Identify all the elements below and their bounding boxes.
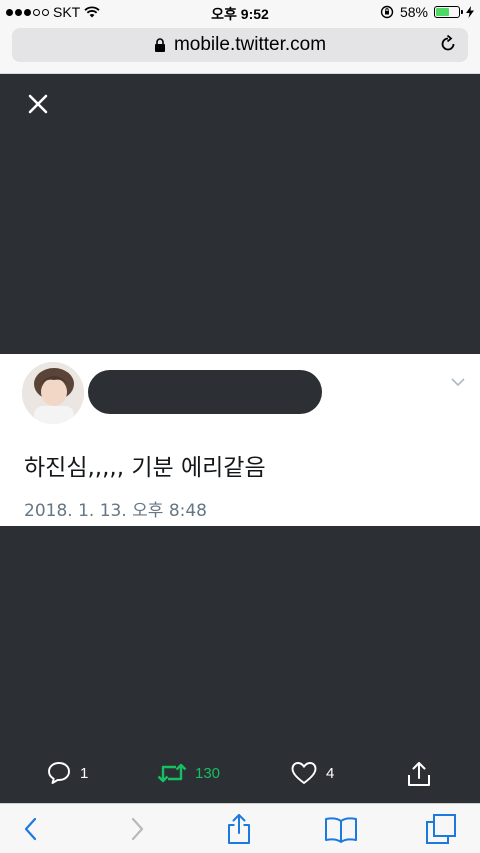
- status-bar: SKT 오후 9:52 58%: [0, 0, 480, 24]
- tweet-timestamp[interactable]: 2018. 1. 13. 오후 8:48: [24, 496, 207, 521]
- browser-toolbar: [0, 803, 480, 853]
- charging-icon: [466, 6, 474, 18]
- browser-share-button[interactable]: [222, 812, 256, 846]
- browser-address-area: mobile.twitter.com: [0, 24, 480, 74]
- battery-percent: 58%: [399, 4, 428, 20]
- avatar[interactable]: [22, 362, 84, 424]
- url-text: mobile.twitter.com: [173, 34, 327, 55]
- like-button[interactable]: 4: [290, 760, 334, 786]
- share-icon: [408, 762, 430, 786]
- forward-icon: [131, 817, 144, 841]
- chevron-down-icon: [451, 378, 465, 387]
- url-display[interactable]: mobile.twitter.com: [12, 34, 468, 56]
- tweet-card: 하진심,,,,, 기분 에리같음 2018. 1. 13. 오후 8:48: [0, 354, 480, 526]
- orientation-lock-icon: [380, 5, 394, 19]
- bookmarks-button[interactable]: [324, 812, 358, 846]
- battery-group: 58%: [380, 4, 474, 20]
- battery-level: [436, 8, 449, 16]
- tweet-text: 하진심,,,,, 기분 에리같음: [24, 455, 266, 481]
- back-icon: [24, 817, 37, 841]
- media-viewer: [0, 74, 480, 354]
- tabs-button[interactable]: [424, 812, 458, 846]
- tweet-actions: 1 130 4: [0, 756, 480, 796]
- battery-icon: [434, 6, 463, 18]
- close-button[interactable]: [22, 88, 54, 120]
- reply-button[interactable]: 1: [46, 760, 88, 786]
- forward-button[interactable]: [120, 812, 154, 846]
- address-bar[interactable]: mobile.twitter.com: [12, 28, 468, 62]
- tweet-options-button[interactable]: [448, 372, 468, 392]
- lock-icon: [154, 38, 165, 52]
- back-button[interactable]: [14, 812, 48, 846]
- close-icon: [28, 94, 48, 114]
- reload-button[interactable]: [438, 34, 458, 59]
- tabs-icon: [426, 814, 456, 844]
- avatar-image: [22, 362, 84, 424]
- reply-icon: [48, 762, 70, 784]
- share-button[interactable]: [405, 760, 433, 788]
- redacted-username: [88, 370, 322, 414]
- bookmarks-icon: [325, 817, 357, 843]
- like-count: 4: [326, 764, 335, 782]
- reply-count: 1: [80, 764, 89, 782]
- like-icon: [291, 762, 317, 784]
- reload-icon: [441, 34, 455, 51]
- share-icon: [228, 814, 250, 844]
- retweet-icon: [157, 763, 187, 783]
- retweet-count: 130: [195, 764, 221, 782]
- retweet-button[interactable]: 130: [157, 760, 220, 786]
